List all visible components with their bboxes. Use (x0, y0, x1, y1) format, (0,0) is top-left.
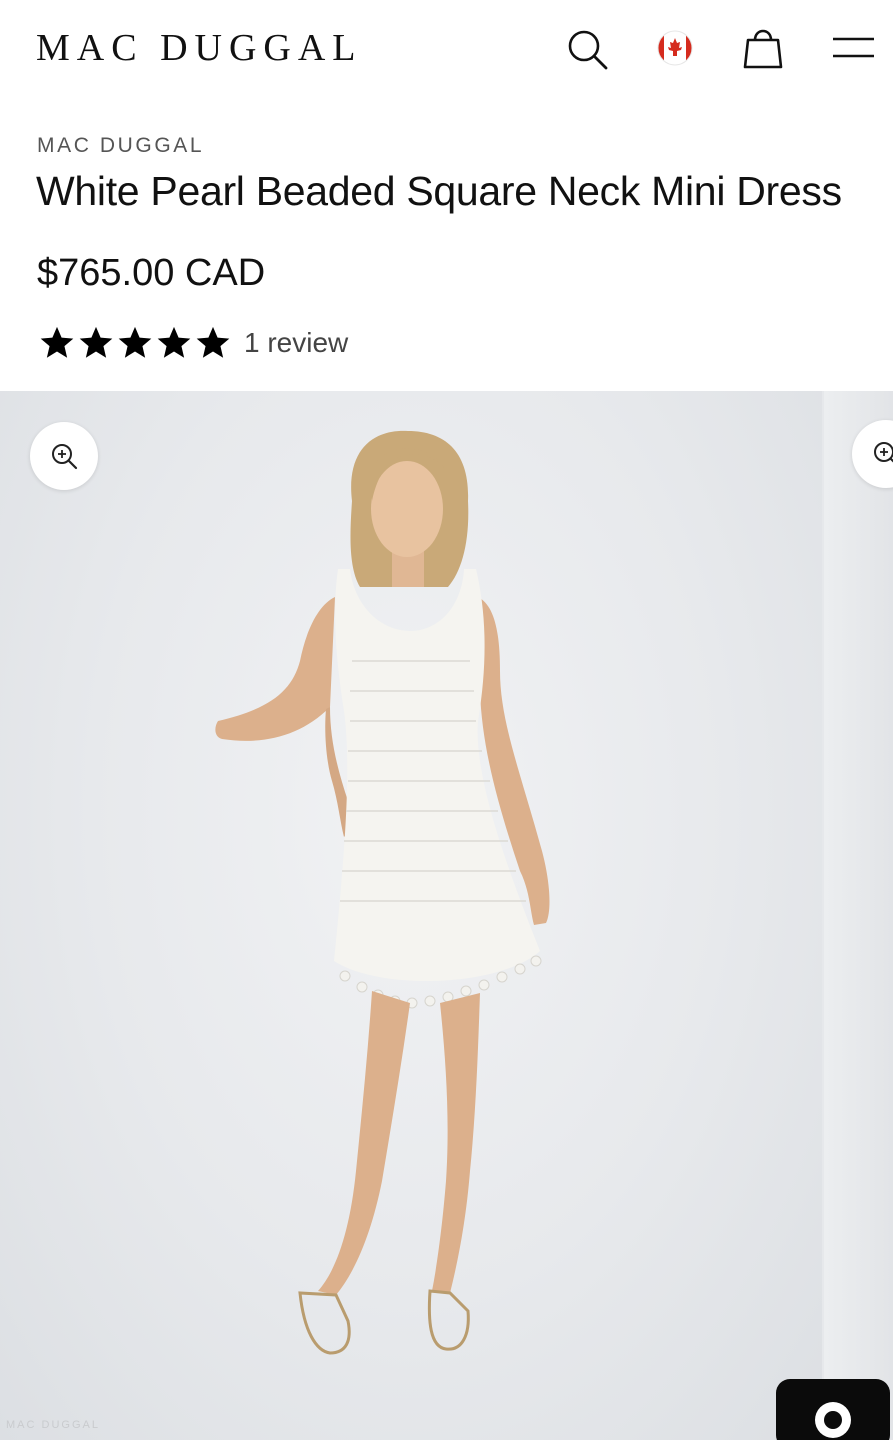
model-wearing-dress-image (215, 430, 550, 1355)
chat-icon (815, 1402, 851, 1438)
zoom-in-icon (52, 444, 78, 470)
shopping-bag-icon[interactable] (740, 25, 786, 71)
site-logo[interactable]: MAC DUGGAL (36, 28, 363, 68)
star-icon (79, 326, 113, 358)
star-icon (118, 326, 152, 358)
star-icon (157, 326, 191, 358)
canada-flag-icon[interactable] (655, 28, 695, 68)
star-rating (38, 324, 232, 362)
product-image-gallery[interactable]: MAC DUGGAL (0, 391, 893, 1440)
search-icon[interactable] (565, 27, 609, 71)
chat-button[interactable] (776, 1379, 890, 1440)
zoom-in-icon (874, 442, 893, 463)
star-icon (40, 326, 74, 358)
review-count-link[interactable]: 1 review (244, 327, 348, 359)
image-watermark: MAC DUGGAL (6, 1419, 100, 1431)
product-title: White Pearl Beaded Square Neck Mini Dres… (36, 168, 842, 214)
product-photo-main[interactable]: MAC DUGGAL (0, 391, 822, 1440)
product-photo-next[interactable] (824, 391, 893, 1440)
product-brand[interactable]: MAC DUGGAL (37, 134, 204, 158)
site-header: MAC DUGGAL (0, 0, 893, 100)
star-icon (196, 326, 230, 358)
product-price: $765.00 CAD (37, 252, 266, 294)
zoom-button[interactable] (30, 422, 98, 490)
product-rating[interactable]: 1 review (38, 323, 348, 363)
menu-icon[interactable] (830, 30, 876, 66)
